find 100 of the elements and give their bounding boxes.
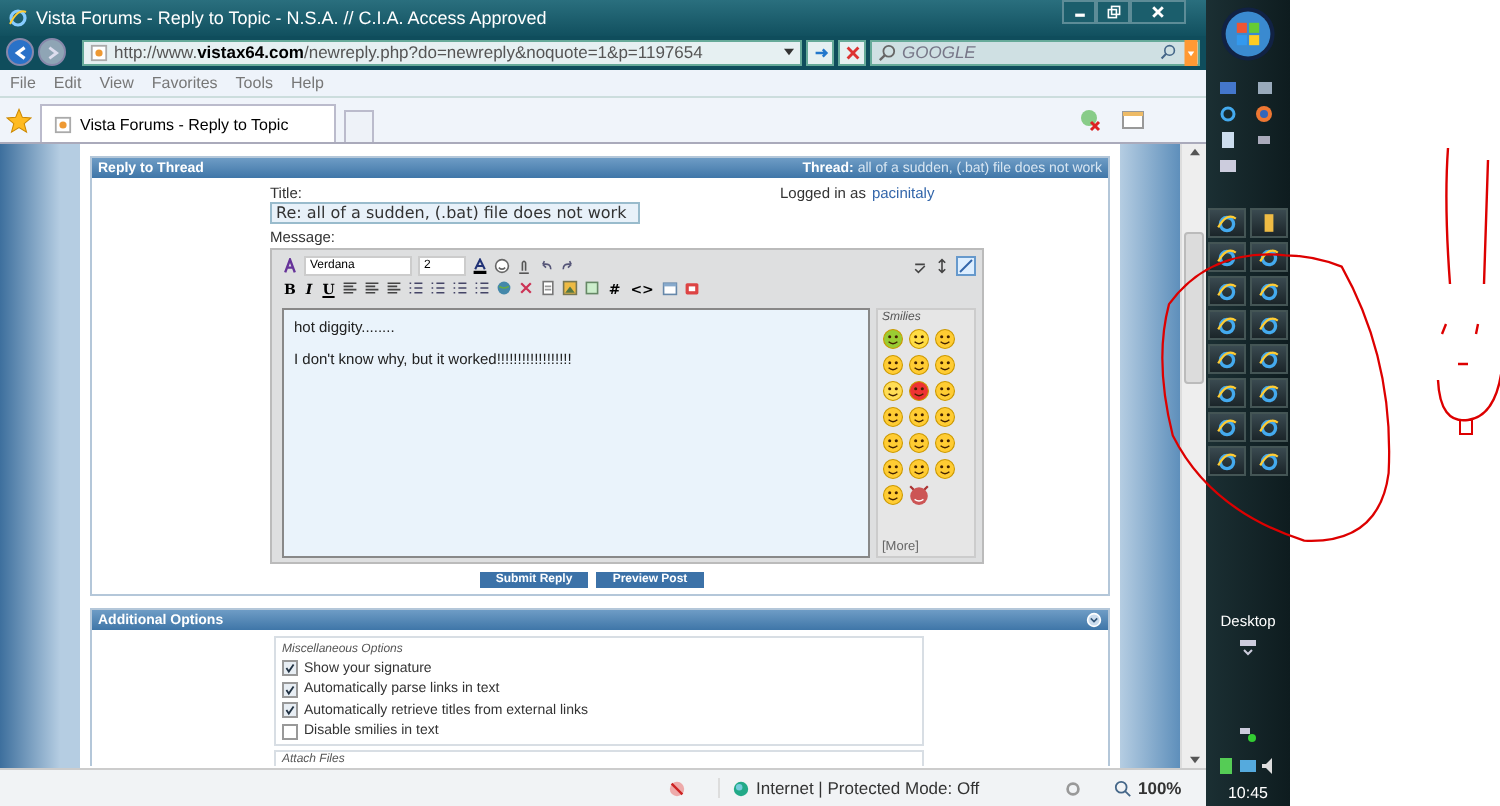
smiley-icon[interactable]	[494, 258, 510, 274]
taskbar-button[interactable]	[1250, 344, 1288, 374]
blocked-icon[interactable]	[668, 779, 686, 797]
menu-item[interactable]: View	[99, 74, 134, 92]
smiley-icon[interactable]	[882, 484, 904, 506]
address-field[interactable]: http://www.vistax64.com/newreply.php?do=newreply&noquote=1&p=1197654	[82, 39, 802, 65]
switch-mode-icon[interactable]	[956, 256, 976, 276]
taskbar-button[interactable]	[1208, 242, 1246, 272]
menu-item[interactable]: Help	[290, 74, 324, 92]
refresh-button[interactable]	[806, 39, 834, 65]
forward-button[interactable]	[38, 38, 66, 66]
menu-item[interactable]: Edit	[53, 74, 82, 92]
taskbar-button[interactable]	[1250, 242, 1288, 272]
checkbox[interactable]	[282, 702, 298, 719]
back-button[interactable]	[6, 38, 34, 66]
title-field[interactable]: Re: all of a sudden, (.bat) file does not work	[270, 202, 640, 224]
devil-icon[interactable]	[908, 484, 930, 506]
smiley-icon[interactable]	[934, 380, 956, 402]
zoom-button[interactable]: 100%	[1114, 778, 1186, 798]
list-icon[interactable]	[430, 280, 447, 296]
monitor-icon[interactable]	[1218, 156, 1238, 176]
redo-icon[interactable]	[560, 258, 576, 274]
scrollbar-thumb[interactable]	[1184, 232, 1204, 384]
start-button[interactable]	[1220, 6, 1276, 62]
browser-icon[interactable]	[1218, 104, 1238, 124]
list-icon[interactable]	[408, 280, 425, 296]
taskbar-button[interactable]	[1208, 446, 1246, 476]
taskbar-button[interactable]	[1208, 378, 1246, 408]
spell-check-icon[interactable]	[912, 258, 928, 274]
align-icon[interactable]	[342, 280, 359, 296]
menu-item[interactable]: File	[10, 74, 36, 92]
browser-tab[interactable]: Vista Forums - Reply to Topic	[40, 104, 336, 142]
restore-button[interactable]	[1096, 0, 1130, 24]
taskbar-button[interactable]	[1208, 310, 1246, 340]
network-icon[interactable]	[1238, 756, 1258, 776]
smiley-icon[interactable]	[882, 354, 904, 376]
smiley-icon[interactable]	[882, 380, 904, 402]
search-field[interactable]: GOOGLE	[896, 41, 1160, 63]
quote-icon[interactable]	[584, 280, 601, 296]
smiley-icon[interactable]	[882, 458, 904, 480]
checkbox[interactable]	[282, 723, 298, 740]
scrollbar[interactable]	[1180, 144, 1206, 768]
taskbar-button[interactable]	[1250, 208, 1288, 238]
video-icon[interactable]	[683, 280, 700, 296]
smiley-icon[interactable]	[908, 432, 930, 454]
smiley-icon[interactable]	[934, 432, 956, 454]
toolbar-expand-icon[interactable]	[1238, 636, 1258, 656]
close-icon	[1150, 4, 1166, 20]
undo-icon[interactable]	[538, 258, 554, 274]
taskbar-button[interactable]	[1250, 412, 1288, 442]
search-bar[interactable]: GOOGLE	[870, 39, 1200, 65]
smiley-icon[interactable]	[908, 380, 930, 402]
taskbar-button[interactable]	[1208, 208, 1246, 238]
collapse-icon[interactable]	[1086, 612, 1102, 628]
dropdown-icon[interactable]	[1184, 39, 1198, 65]
unlink-icon[interactable]	[518, 280, 535, 296]
minimize-button[interactable]	[1062, 0, 1096, 24]
taskbar-button[interactable]	[1250, 446, 1288, 476]
smiley-icon[interactable]	[908, 406, 930, 428]
stop-button[interactable]	[838, 39, 866, 65]
font-icon[interactable]	[282, 258, 298, 274]
smiley-icon[interactable]	[882, 432, 904, 454]
smiley-icon[interactable]	[934, 458, 956, 480]
taskbar-button[interactable]	[1208, 344, 1246, 374]
text-color-icon[interactable]	[472, 258, 488, 274]
taskbar-button[interactable]	[1250, 378, 1288, 408]
smiley-icon[interactable]	[908, 354, 930, 376]
list-icon[interactable]	[474, 280, 491, 296]
smiley-icon[interactable]	[882, 406, 904, 428]
favorites-star-icon[interactable]	[6, 107, 32, 133]
list-icon[interactable]	[452, 280, 469, 296]
checkbox[interactable]	[282, 681, 298, 698]
smiley-icon[interactable]	[908, 328, 930, 350]
menu-item[interactable]: Favorites	[151, 74, 218, 92]
checkbox[interactable]	[282, 660, 298, 677]
taskbar-button[interactable]	[1208, 412, 1246, 442]
show-desktop-icon[interactable]	[1218, 78, 1238, 98]
taskbar-button[interactable]	[1208, 276, 1246, 306]
clock[interactable]: 10:45	[1227, 784, 1269, 802]
smiley-icon[interactable]	[934, 406, 956, 428]
window-icon[interactable]	[1120, 108, 1146, 132]
network-status-icon[interactable]	[1238, 724, 1258, 744]
smiley-icon[interactable]	[934, 328, 956, 350]
taskbar-button[interactable]	[1250, 310, 1288, 340]
resize-arrows-icon[interactable]	[934, 258, 950, 274]
align-icon[interactable]	[386, 280, 403, 296]
battery-icon[interactable]	[1216, 756, 1236, 776]
image-icon[interactable]	[562, 280, 579, 296]
search-icon[interactable]	[1160, 44, 1176, 60]
close-button[interactable]	[1130, 0, 1186, 24]
scroll-up-icon[interactable]	[1189, 148, 1199, 156]
globe-link-icon[interactable]	[496, 280, 513, 296]
smiley-icon[interactable]	[882, 328, 904, 350]
align-icon[interactable]	[364, 280, 381, 296]
smiley-icon[interactable]	[934, 354, 956, 376]
taskbar-button[interactable]	[1250, 276, 1288, 306]
scroll-down-icon[interactable]	[1189, 756, 1199, 764]
smiley-icon[interactable]	[908, 458, 930, 480]
document-icon[interactable]	[1218, 130, 1238, 150]
menu-item[interactable]: Tools	[235, 74, 273, 92]
